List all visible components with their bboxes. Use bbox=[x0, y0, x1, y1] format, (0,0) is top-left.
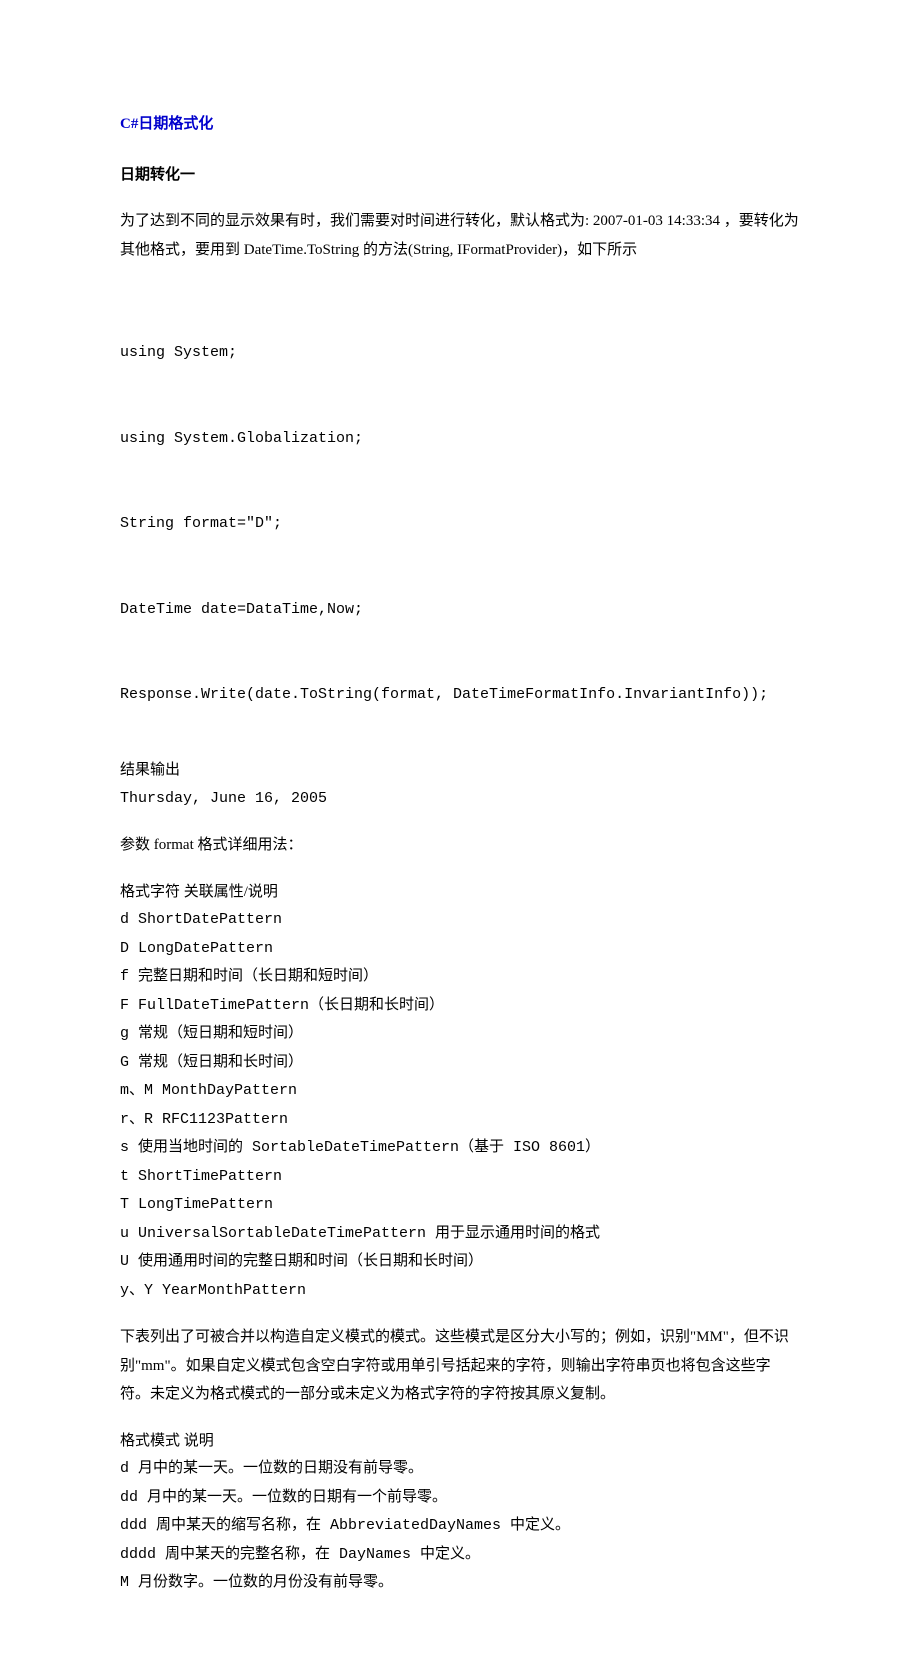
output-label: 结果输出 bbox=[120, 756, 800, 785]
output-value: Thursday, June 16, 2005 bbox=[120, 785, 800, 814]
table-row: U 使用通用时间的完整日期和时间（长日期和长时间） bbox=[120, 1248, 800, 1277]
table-row: t ShortTimePattern bbox=[120, 1163, 800, 1192]
format-char-table: 格式字符 关联属性/说明 d ShortDatePattern D LongDa… bbox=[120, 878, 800, 1306]
table-row: F FullDateTimePattern（长日期和长时间） bbox=[120, 992, 800, 1021]
table-row: r、R RFC1123Pattern bbox=[120, 1106, 800, 1135]
section-heading: 日期转化一 bbox=[120, 161, 800, 190]
code-line: using System; bbox=[120, 339, 800, 368]
table-row: dd 月中的某一天。一位数的日期有一个前导零。 bbox=[120, 1484, 800, 1513]
table-header: 格式字符 关联属性/说明 bbox=[120, 878, 800, 907]
code-line: String format="D"; bbox=[120, 510, 800, 539]
table-row: ddd 周中某天的缩写名称，在 AbbreviatedDayNames 中定义。 bbox=[120, 1512, 800, 1541]
table-row: m、M MonthDayPattern bbox=[120, 1077, 800, 1106]
table-row: f 完整日期和时间（长日期和短时间） bbox=[120, 963, 800, 992]
table-row: dddd 周中某天的完整名称，在 DayNames 中定义。 bbox=[120, 1541, 800, 1570]
code-line: using System.Globalization; bbox=[120, 425, 800, 454]
format-pattern-table: 格式模式 说明 d 月中的某一天。一位数的日期没有前导零。 dd 月中的某一天。… bbox=[120, 1427, 800, 1598]
code-line: Response.Write(date.ToString(format, Dat… bbox=[120, 681, 800, 710]
intro-paragraph: 为了达到不同的显示效果有时，我们需要对时间进行转化，默认格式为: 2007-01… bbox=[120, 207, 800, 264]
table-row: u UniversalSortableDateTimePattern 用于显示通… bbox=[120, 1220, 800, 1249]
table-header: 格式模式 说明 bbox=[120, 1427, 800, 1456]
table-row: s 使用当地时间的 SortableDateTimePattern（基于 ISO… bbox=[120, 1134, 800, 1163]
code-block: using System; using System.Globalization… bbox=[120, 282, 800, 738]
table-row: T LongTimePattern bbox=[120, 1191, 800, 1220]
table-row: d ShortDatePattern bbox=[120, 906, 800, 935]
code-line: DateTime date=DataTime,Now; bbox=[120, 596, 800, 625]
document-title: C#日期格式化 bbox=[120, 110, 800, 139]
table-row: d 月中的某一天。一位数的日期没有前导零。 bbox=[120, 1455, 800, 1484]
table-row: D LongDatePattern bbox=[120, 935, 800, 964]
table-row: M 月份数字。一位数的月份没有前导零。 bbox=[120, 1569, 800, 1598]
table-row: g 常规（短日期和短时间） bbox=[120, 1020, 800, 1049]
table-row: y、Y YearMonthPattern bbox=[120, 1277, 800, 1306]
param-intro: 参数 format 格式详细用法： bbox=[120, 831, 800, 860]
note-paragraph: 下表列出了可被合并以构造自定义模式的模式。这些模式是区分大小写的；例如，识别"M… bbox=[120, 1323, 800, 1409]
output-block: 结果输出 Thursday, June 16, 2005 bbox=[120, 756, 800, 813]
table-row: G 常规（短日期和长时间） bbox=[120, 1049, 800, 1078]
